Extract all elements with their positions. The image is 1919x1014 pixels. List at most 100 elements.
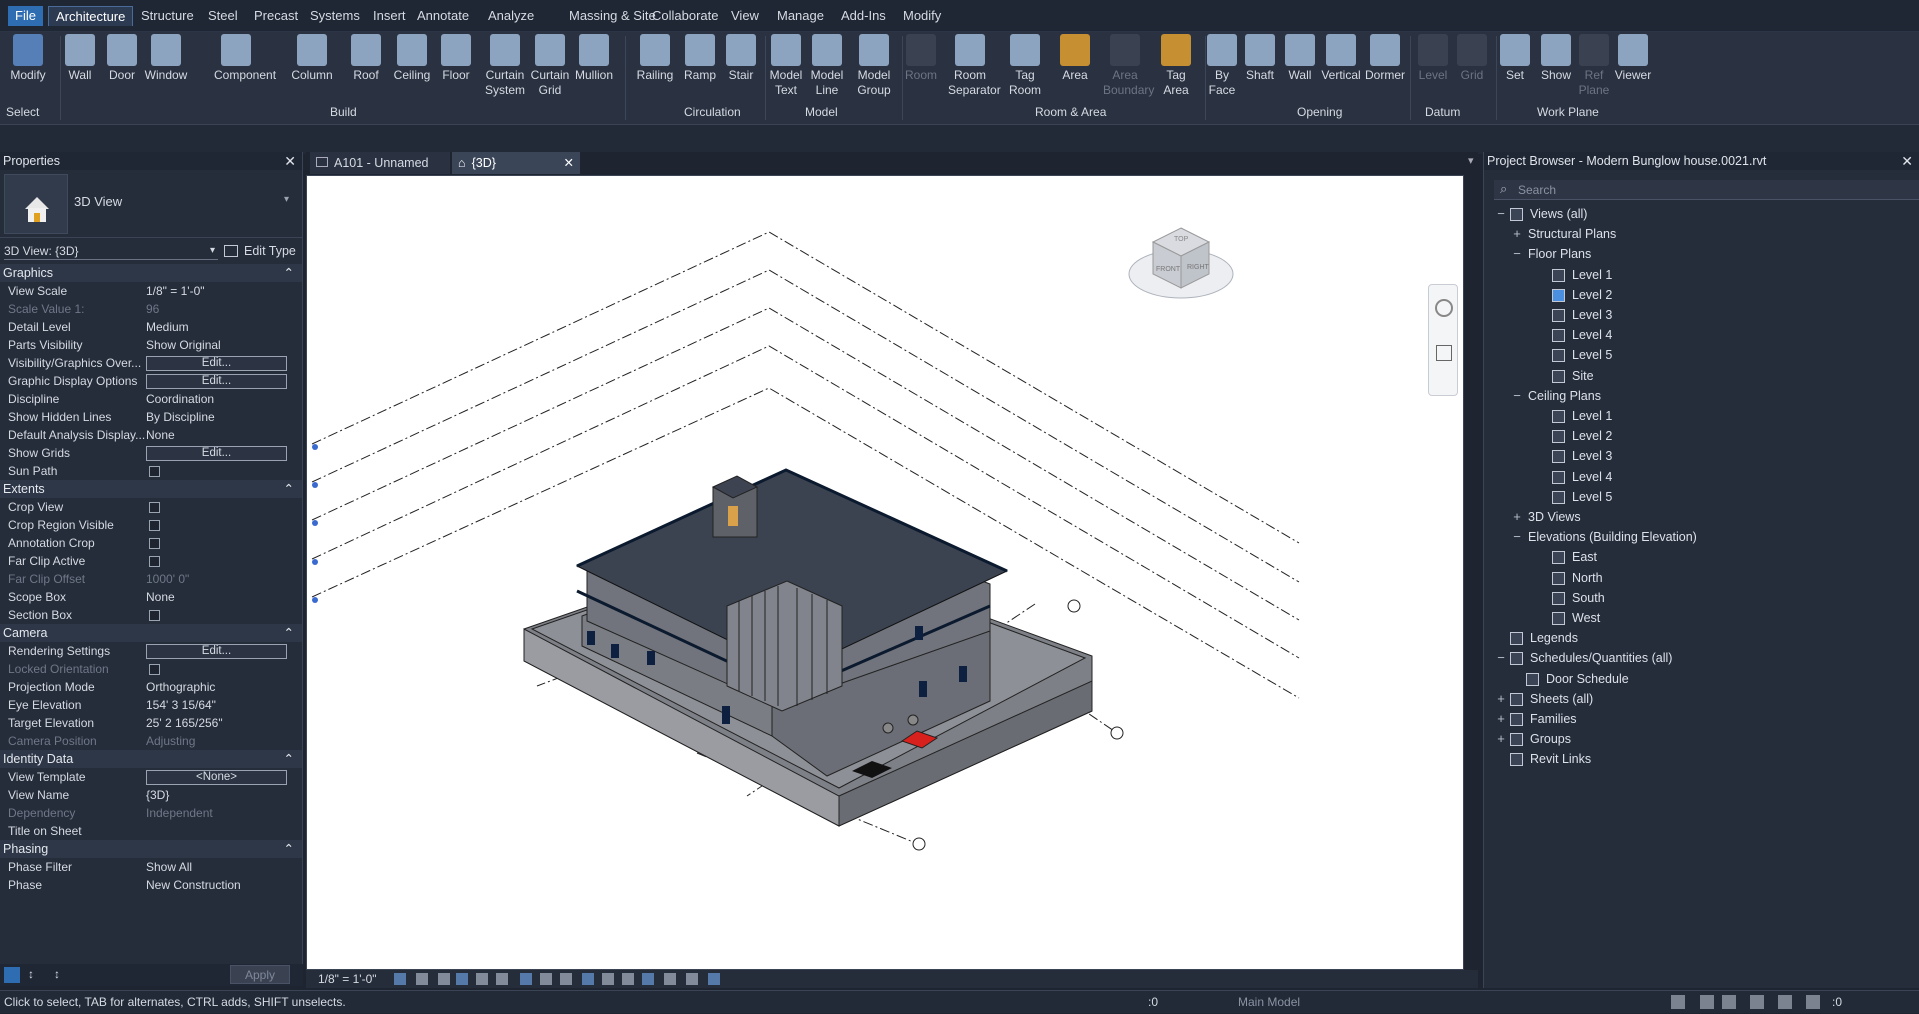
browser-item[interactable]: Legends — [1530, 630, 1578, 646]
property-value[interactable]: 25' 2 165/256" — [146, 714, 223, 732]
menu-tab-view[interactable]: View — [724, 6, 766, 26]
tool-grid[interactable]: Grid — [1450, 34, 1494, 83]
expand-icon[interactable]: + — [1496, 711, 1506, 726]
property-edit-button[interactable]: Edit... — [146, 644, 287, 659]
expand-icon[interactable]: + — [1496, 731, 1506, 746]
selection-filter-icon[interactable] — [1806, 995, 1820, 1009]
expand-icon[interactable]: + — [1512, 226, 1522, 241]
browser-item[interactable]: Level 2 — [1572, 287, 1612, 303]
browser-item[interactable]: West — [1572, 610, 1600, 626]
browser-item[interactable]: Level 5 — [1572, 489, 1612, 505]
search-box[interactable]: ⌕ Search — [1494, 180, 1919, 200]
property-checkbox[interactable] — [149, 466, 160, 477]
steering-wheel-icon[interactable] — [1435, 299, 1453, 317]
browser-item[interactable]: Revit Links — [1530, 751, 1591, 767]
property-value[interactable]: 1/8" = 1'-0" — [146, 282, 205, 300]
property-checkbox[interactable] — [149, 664, 160, 675]
menu-tab-analyze[interactable]: Analyze — [481, 6, 541, 26]
property-value[interactable]: {3D} — [146, 786, 169, 804]
menu-tab-structure[interactable]: Structure — [134, 6, 201, 26]
property-value[interactable]: Independent — [146, 804, 213, 822]
selection-filter-icon[interactable] — [1750, 995, 1764, 1009]
tool-ceiling[interactable]: Ceiling — [390, 34, 434, 83]
browser-item[interactable]: Level 3 — [1572, 448, 1612, 464]
property-value[interactable]: Adjusting — [146, 732, 195, 750]
property-checkbox[interactable] — [149, 556, 160, 567]
tool-door[interactable]: Door — [100, 34, 144, 83]
browser-item[interactable]: Groups — [1530, 731, 1571, 747]
browser-item[interactable]: Sheets (all) — [1530, 691, 1593, 707]
property-value[interactable]: Orthographic — [146, 678, 215, 696]
tool-wall[interactable]: Wall — [1278, 34, 1322, 83]
active-model[interactable]: Main Model — [1238, 991, 1300, 1014]
property-value[interactable]: Coordination — [146, 390, 214, 408]
tool-curtain-system[interactable]: Curtain System — [483, 34, 527, 98]
tool-model-line[interactable]: Model Line — [805, 34, 849, 98]
tool-window[interactable]: Window — [144, 34, 188, 83]
tool-level[interactable]: Level — [1411, 34, 1455, 83]
view-control-icon[interactable] — [496, 973, 508, 985]
tool-viewer[interactable]: Viewer — [1611, 34, 1655, 83]
menu-tab-precast[interactable]: Precast — [247, 6, 305, 26]
browser-item[interactable]: Families — [1530, 711, 1577, 727]
property-edit-button[interactable]: Edit... — [146, 446, 287, 461]
selection-filter-icon[interactable] — [1671, 995, 1685, 1009]
browser-item[interactable]: Elevations (Building Elevation) — [1528, 529, 1697, 545]
tool-component[interactable]: Component — [214, 34, 276, 83]
view-control-icon[interactable] — [686, 973, 698, 985]
tool-set[interactable]: Set — [1493, 34, 1537, 83]
tool-modify[interactable]: Modify — [6, 34, 50, 83]
property-value[interactable]: 154' 3 15/64" — [146, 696, 216, 714]
select-dropdown[interactable]: Select — [6, 105, 39, 119]
collapse-icon[interactable]: ⌃ — [284, 480, 294, 498]
tool-railing[interactable]: Railing — [633, 34, 677, 83]
property-value[interactable]: Show Original — [146, 336, 221, 354]
sort-category-icon[interactable] — [4, 967, 20, 983]
expand-icon[interactable]: + — [1496, 691, 1506, 706]
view-control-icon[interactable] — [642, 973, 654, 985]
browser-item[interactable]: Structural Plans — [1528, 226, 1616, 242]
view-control-icon[interactable] — [476, 973, 488, 985]
tab-a101[interactable]: A101 - Unnamed — [310, 152, 450, 174]
viewcube-right[interactable]: RIGHT — [1187, 264, 1209, 271]
property-value[interactable]: New Construction — [146, 876, 241, 894]
browser-item[interactable]: Level 3 — [1572, 307, 1612, 323]
tool-area-boundary[interactable]: Area Boundary — [1103, 34, 1154, 98]
view-scale[interactable]: 1/8" = 1'-0" — [318, 972, 377, 986]
property-edit-button[interactable]: Edit... — [146, 374, 287, 389]
browser-item[interactable]: Level 1 — [1572, 267, 1612, 283]
collapse-icon[interactable]: − — [1512, 246, 1522, 261]
property-checkbox[interactable] — [149, 538, 160, 549]
menu-tab-manage[interactable]: Manage — [770, 6, 831, 26]
tool-dormer[interactable]: Dormer — [1363, 34, 1407, 83]
view-control-icon[interactable] — [560, 973, 572, 985]
property-checkbox[interactable] — [149, 502, 160, 513]
property-edit-button[interactable]: <None> — [146, 770, 287, 785]
view-control-icon[interactable] — [394, 973, 406, 985]
collapse-icon[interactable]: ⌃ — [284, 840, 294, 858]
tool-room[interactable]: Room — [899, 34, 943, 83]
browser-item[interactable]: 3D Views — [1528, 509, 1581, 525]
menu-tab-modify[interactable]: Modify — [896, 6, 948, 26]
collapse-icon[interactable]: ⌃ — [284, 624, 294, 642]
browser-item[interactable]: Door Schedule — [1546, 671, 1629, 687]
sort-descending-icon[interactable]: ↕ — [54, 967, 60, 981]
worksets-count[interactable]: :0 — [1148, 991, 1158, 1014]
sort-ascending-icon[interactable]: ↕ — [28, 967, 34, 981]
property-value[interactable]: Medium — [146, 318, 189, 336]
viewcube[interactable]: TOP FRONT RIGHT — [1127, 216, 1237, 316]
tool-area[interactable]: Area — [1053, 34, 1097, 83]
property-value[interactable]: None — [146, 588, 175, 606]
menu-tab-architecture[interactable]: Architecture — [48, 6, 134, 26]
tab-3d[interactable]: ⌂ {3D} ✕ — [452, 152, 580, 174]
browser-item[interactable]: North — [1572, 570, 1603, 586]
drawing-canvas-3d[interactable]: TOP FRONT RIGHT — [306, 175, 1464, 970]
tool-mullion[interactable]: Mullion — [572, 34, 616, 83]
menu-tab-annotate[interactable]: Annotate — [410, 6, 476, 26]
selection-filter-icon[interactable] — [1700, 995, 1714, 1009]
menu-tab-steel[interactable]: Steel — [201, 6, 245, 26]
zoom-icon[interactable] — [1436, 345, 1452, 361]
view-control-icon[interactable] — [416, 973, 428, 985]
browser-item[interactable]: Ceiling Plans — [1528, 388, 1601, 404]
property-value[interactable]: 96 — [146, 300, 159, 318]
